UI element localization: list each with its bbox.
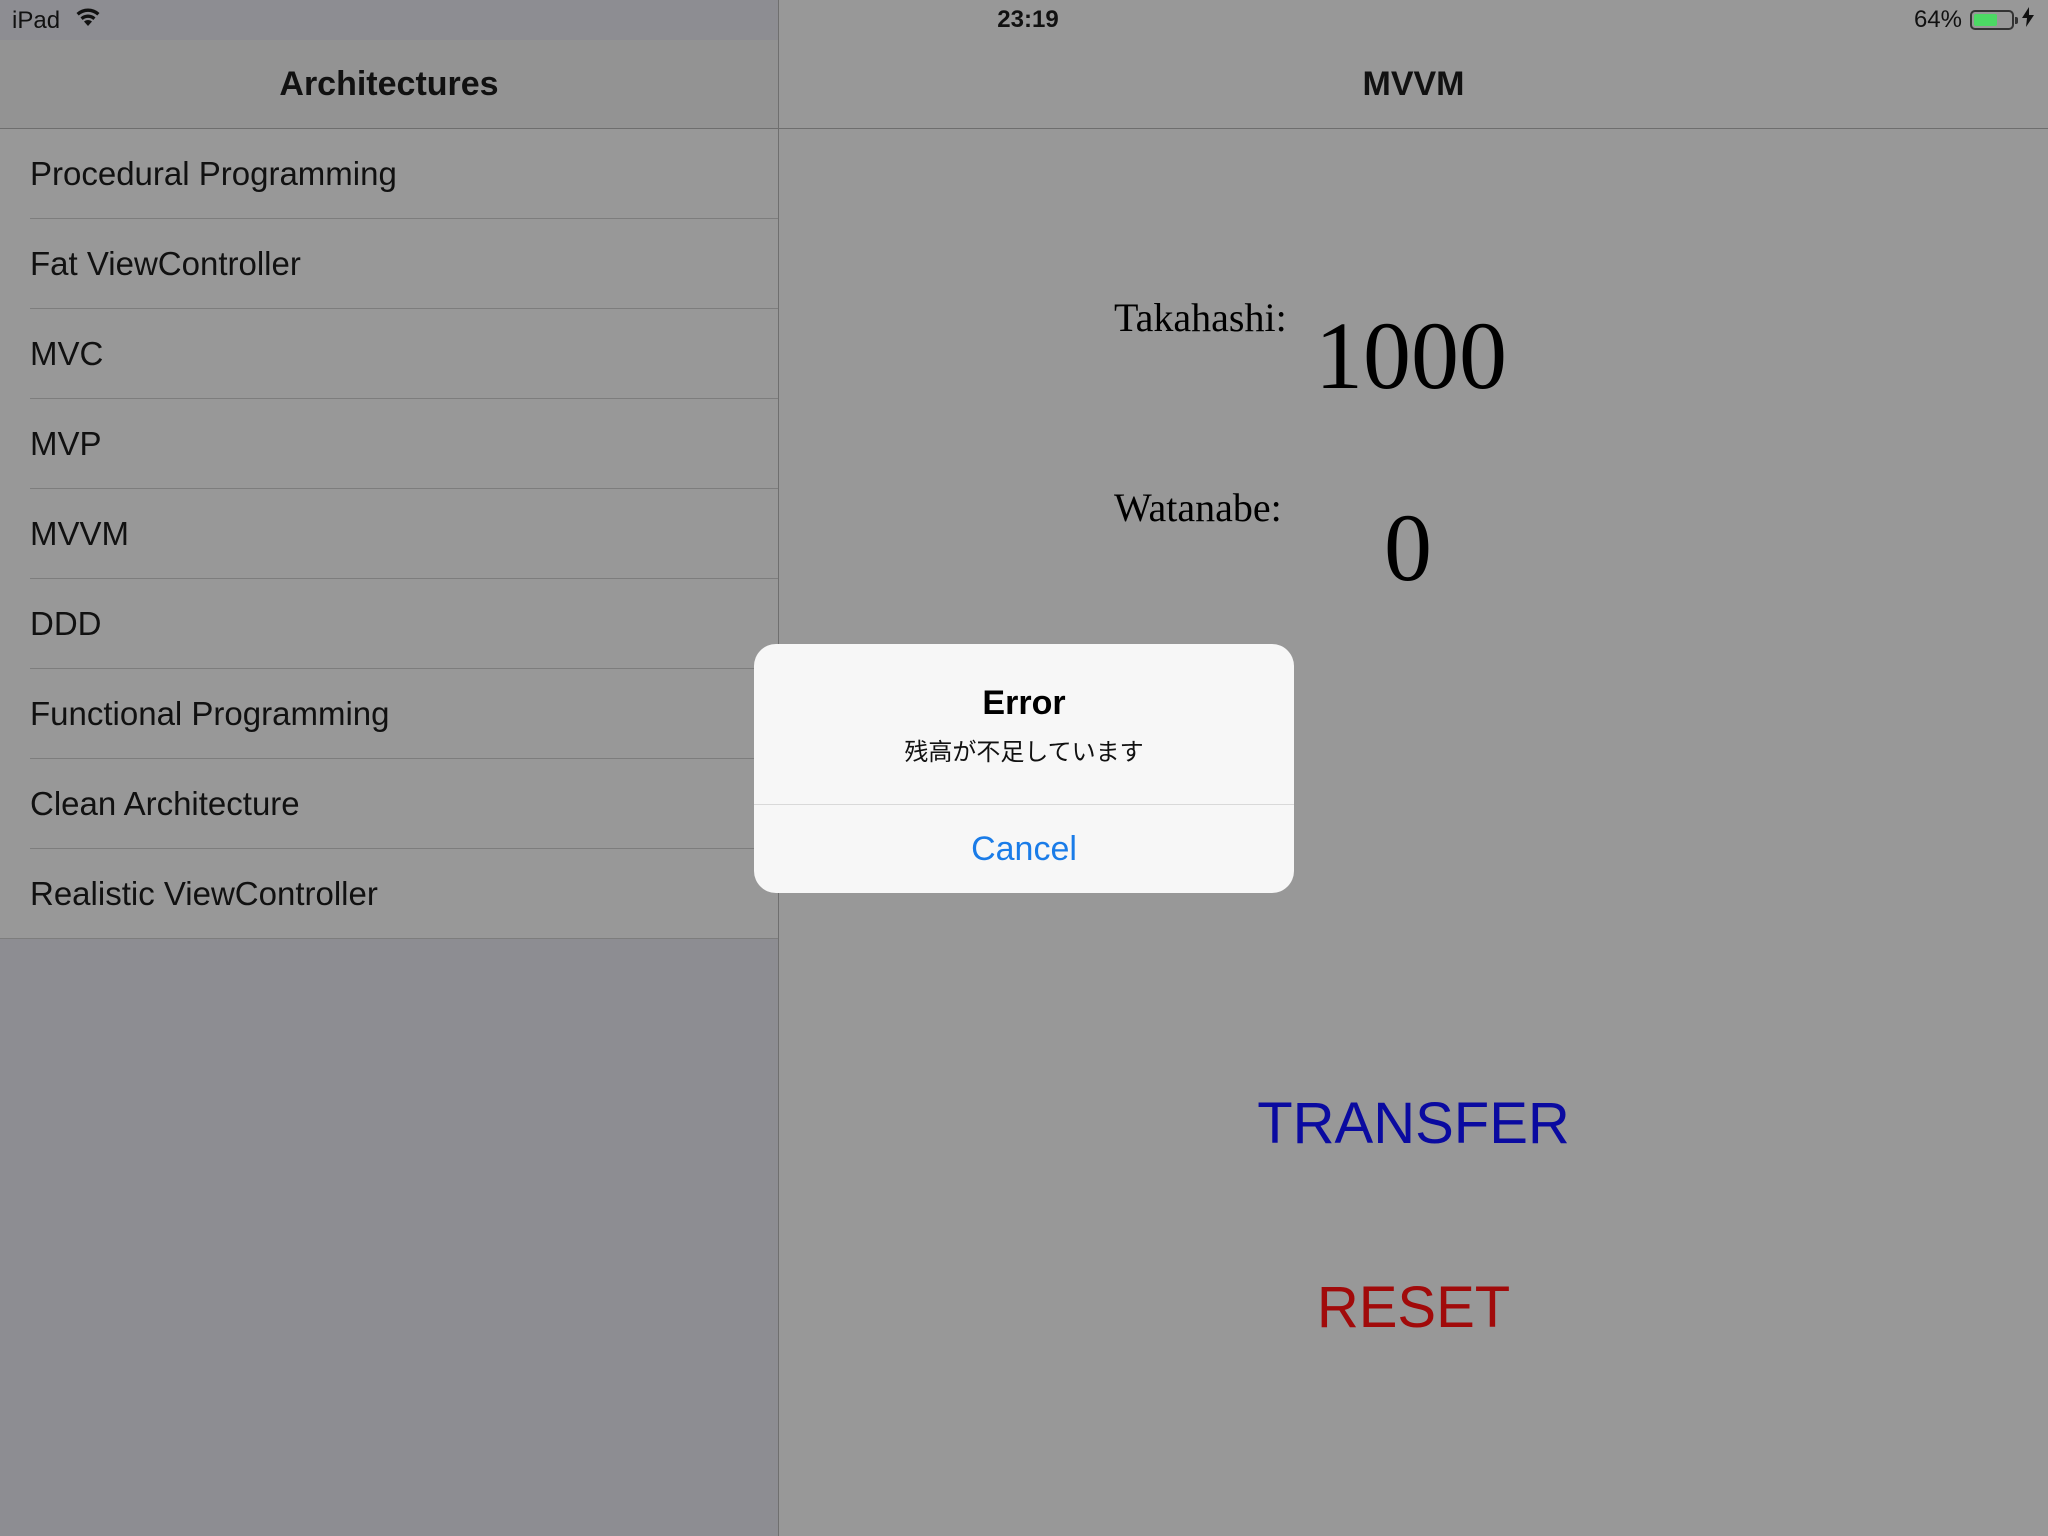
sidebar-item-fat-viewcontroller[interactable]: Fat ViewController <box>0 219 778 309</box>
architecture-list: Procedural Programming Fat ViewControlle… <box>0 129 778 939</box>
takahashi-balance: 1000 <box>1315 302 1507 409</box>
sidebar-item-realistic-viewcontroller[interactable]: Realistic ViewController <box>0 849 778 939</box>
sidebar-item-procedural-programming[interactable]: Procedural Programming <box>0 129 778 219</box>
status-bar: iPad 23:19 64% <box>0 0 2048 40</box>
sidebar-item-mvp[interactable]: MVP <box>0 399 778 489</box>
clock: 23:19 <box>997 6 1059 33</box>
sidebar-item-mvvm[interactable]: MVVM <box>0 489 778 579</box>
alert-title: Error <box>982 684 1066 722</box>
sidebar-item-clean-architecture[interactable]: Clean Architecture <box>0 759 778 849</box>
detail-title: MVVM <box>779 40 2048 129</box>
battery-icon <box>1970 10 2018 30</box>
sidebar: Architectures Procedural Programming Fat… <box>0 0 779 1536</box>
transfer-button[interactable]: TRANSFER <box>779 1090 2048 1157</box>
takahashi-label: Takahashi: <box>1114 295 1287 340</box>
alert-message: 残高が不足しています <box>904 738 1144 766</box>
error-alert: Error 残高が不足しています Cancel <box>754 644 1294 893</box>
sidebar-item-ddd[interactable]: DDD <box>0 579 778 669</box>
watanabe-balance: 0 <box>1384 494 1432 601</box>
alert-cancel-button[interactable]: Cancel <box>754 805 1294 893</box>
reset-button[interactable]: RESET <box>779 1274 2048 1341</box>
sidebar-title: Architectures <box>0 40 778 129</box>
watanabe-label: Watanabe: <box>1114 485 1282 530</box>
battery-percent: 64% <box>1913 6 1962 33</box>
sidebar-item-mvc[interactable]: MVC <box>0 309 778 399</box>
sidebar-item-functional-programming[interactable]: Functional Programming <box>0 669 778 759</box>
charging-bolt-icon <box>2022 6 2034 34</box>
